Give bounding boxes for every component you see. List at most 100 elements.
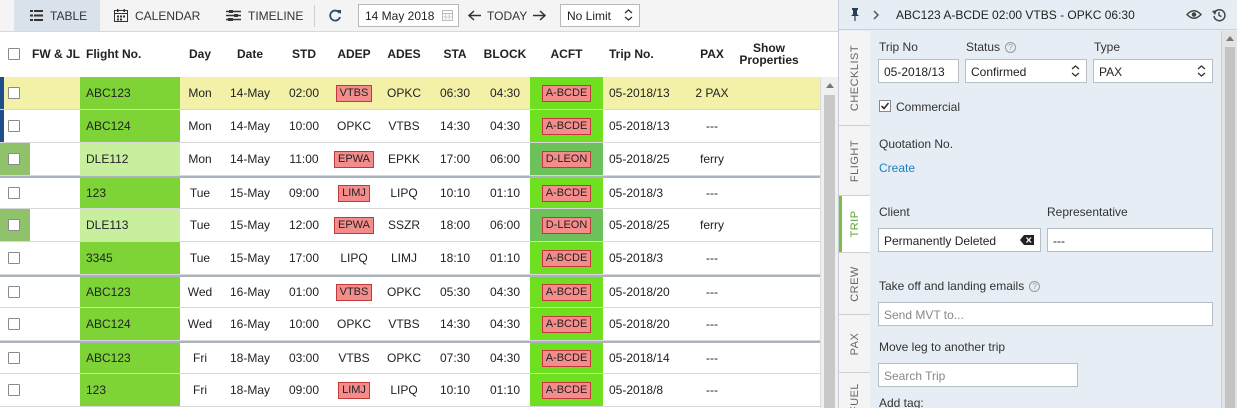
row-checkbox[interactable] (7, 308, 21, 340)
col-block[interactable]: BLOCK (483, 32, 527, 75)
chevron-right-icon[interactable] (873, 10, 879, 20)
tab-fuel[interactable]: FUEL (839, 373, 870, 408)
checkbox-box[interactable] (8, 252, 20, 264)
row-checkbox[interactable] (7, 143, 21, 175)
col-acft[interactable]: ACFT (530, 32, 603, 75)
trip-no[interactable]: 05-2018/25 (603, 209, 683, 241)
trip-no[interactable]: 05-2018/20 (603, 277, 683, 307)
row-checkbox[interactable] (7, 178, 21, 208)
flight-no[interactable]: ABC123 (80, 343, 180, 373)
adep[interactable]: OPKC (332, 110, 376, 142)
eye-icon[interactable] (1186, 9, 1202, 20)
select-all-checkbox[interactable] (7, 32, 21, 75)
table-row[interactable]: ABC124 Wed 16-May 10:00 OPKC VTBS 14:30 … (0, 308, 820, 341)
arrow-left-icon[interactable] (468, 10, 481, 21)
col-ades[interactable]: ADES (382, 32, 426, 75)
trip-no[interactable]: 05-2018/13 (603, 77, 683, 109)
table-row[interactable]: ABC123 Wed 16-May 01:00 VTBS OPKC 05:30 … (0, 275, 820, 308)
table-row[interactable]: 123 Tue 15-May 09:00 LIMJ LIPQ 10:10 01:… (0, 176, 820, 209)
acft[interactable]: A-BCDE (530, 178, 603, 208)
adep-tag[interactable]: EPWA (334, 216, 374, 234)
col-date[interactable]: Date (225, 32, 275, 75)
adep-tag[interactable]: VTBS (335, 84, 373, 102)
flight-no[interactable]: 3345 (80, 242, 180, 274)
acft-tag[interactable]: D-LEON (541, 216, 592, 234)
row-checkbox[interactable] (7, 242, 21, 274)
adep[interactable]: VTBS (332, 77, 376, 109)
trip-no[interactable]: 05-2018/8 (603, 374, 683, 406)
trip-no[interactable]: 05-2018/25 (603, 143, 683, 175)
acft[interactable]: A-BCDE (530, 110, 603, 142)
flight-no[interactable]: 123 (80, 374, 180, 406)
tab-pax[interactable]: PAX (839, 315, 870, 373)
checkbox-box[interactable] (8, 286, 20, 298)
acft[interactable]: A-BCDE (530, 242, 603, 274)
acft-tag[interactable]: A-BCDE (541, 184, 592, 202)
table-row[interactable]: DLE112 Mon 14-May 11:00 EPWA EPKK 17:00 … (0, 143, 820, 176)
adep-tag[interactable]: LIMJ (338, 381, 370, 399)
scroll-up-arrow-icon[interactable] (826, 83, 834, 88)
checkbox-box[interactable] (8, 153, 20, 165)
tab-trip[interactable]: TRIP (839, 196, 870, 253)
adep[interactable]: VTBS (332, 277, 376, 307)
arrow-right-icon[interactable] (533, 10, 547, 21)
ades[interactable]: EPKK (382, 143, 426, 175)
flight-no[interactable]: ABC124 (80, 110, 180, 142)
col-trip[interactable]: Trip No. (609, 32, 679, 75)
table-row[interactable]: DLE113 Tue 15-May 12:00 EPWA SSZR 18:00 … (0, 209, 820, 242)
adep[interactable]: OPKC (332, 308, 376, 340)
adep-tag[interactable]: VTBS (335, 283, 373, 301)
trip-no[interactable]: 05-2018/3 (603, 242, 683, 274)
col-flight[interactable]: Flight No. (86, 32, 166, 75)
panel-scrollbar[interactable] (1221, 31, 1237, 408)
table-row[interactable]: ABC124 Mon 14-May 10:00 OPKC VTBS 14:30 … (0, 110, 820, 143)
flight-no[interactable]: 123 (80, 178, 180, 208)
acft[interactable]: A-BCDE (530, 277, 603, 307)
ades[interactable]: OPKC (382, 343, 426, 373)
col-sta[interactable]: STA (434, 32, 476, 75)
flight-no[interactable]: DLE113 (80, 209, 180, 241)
trip-no[interactable]: 05-2018/3 (603, 178, 683, 208)
row-checkbox[interactable] (7, 343, 21, 373)
clear-icon[interactable] (1020, 235, 1034, 245)
acft[interactable]: A-BCDE (530, 308, 603, 340)
acft[interactable]: A-BCDE (530, 343, 603, 373)
acft-tag[interactable]: A-BCDE (541, 349, 592, 367)
representative-field[interactable]: --- (1047, 228, 1213, 252)
ades[interactable]: OPKC (382, 77, 426, 109)
type-select[interactable]: PAX (1093, 59, 1213, 83)
tab-checklist[interactable]: CHECKLIST (839, 31, 870, 126)
limit-select[interactable]: No Limit (560, 4, 640, 27)
checkbox-box[interactable] (8, 219, 20, 231)
checkbox-box[interactable] (8, 384, 20, 396)
mvt-email-input[interactable]: Send MVT to... (878, 302, 1213, 326)
pin-icon[interactable] (850, 8, 860, 21)
col-fwjl[interactable]: FW & JL (30, 32, 82, 75)
ades[interactable]: LIPQ (382, 374, 426, 406)
commercial-checkbox[interactable] (879, 100, 891, 112)
ades[interactable]: OPKC (382, 277, 426, 307)
row-checkbox[interactable] (7, 277, 21, 307)
adep[interactable]: EPWA (332, 143, 376, 175)
timeline-view-button[interactable]: TIMELINE (226, 0, 303, 31)
ades[interactable]: LIPQ (382, 178, 426, 208)
trip-no-field[interactable]: 05-2018/13 (878, 59, 959, 83)
acft[interactable]: D-LEON (530, 209, 603, 241)
ades[interactable]: LIMJ (382, 242, 426, 274)
ades[interactable]: SSZR (382, 209, 426, 241)
checkbox-box[interactable] (8, 87, 20, 99)
acft[interactable]: A-BCDE (530, 77, 603, 109)
checkbox-box[interactable] (8, 120, 20, 132)
adep[interactable]: EPWA (332, 209, 376, 241)
table-scrollbar[interactable] (820, 77, 838, 408)
status-select[interactable]: Confirmed (965, 59, 1087, 83)
adep[interactable]: LIMJ (332, 374, 376, 406)
col-std[interactable]: STD (283, 32, 325, 75)
flight-no[interactable]: ABC123 (80, 77, 180, 109)
scrollbar-thumb[interactable] (1225, 47, 1235, 408)
adep-tag[interactable]: EPWA (334, 150, 374, 168)
checkbox-box[interactable] (8, 187, 20, 199)
scroll-up-arrow-icon[interactable] (1226, 36, 1234, 41)
adep[interactable]: VTBS (332, 343, 376, 373)
help-icon[interactable]: ? (1005, 42, 1017, 54)
